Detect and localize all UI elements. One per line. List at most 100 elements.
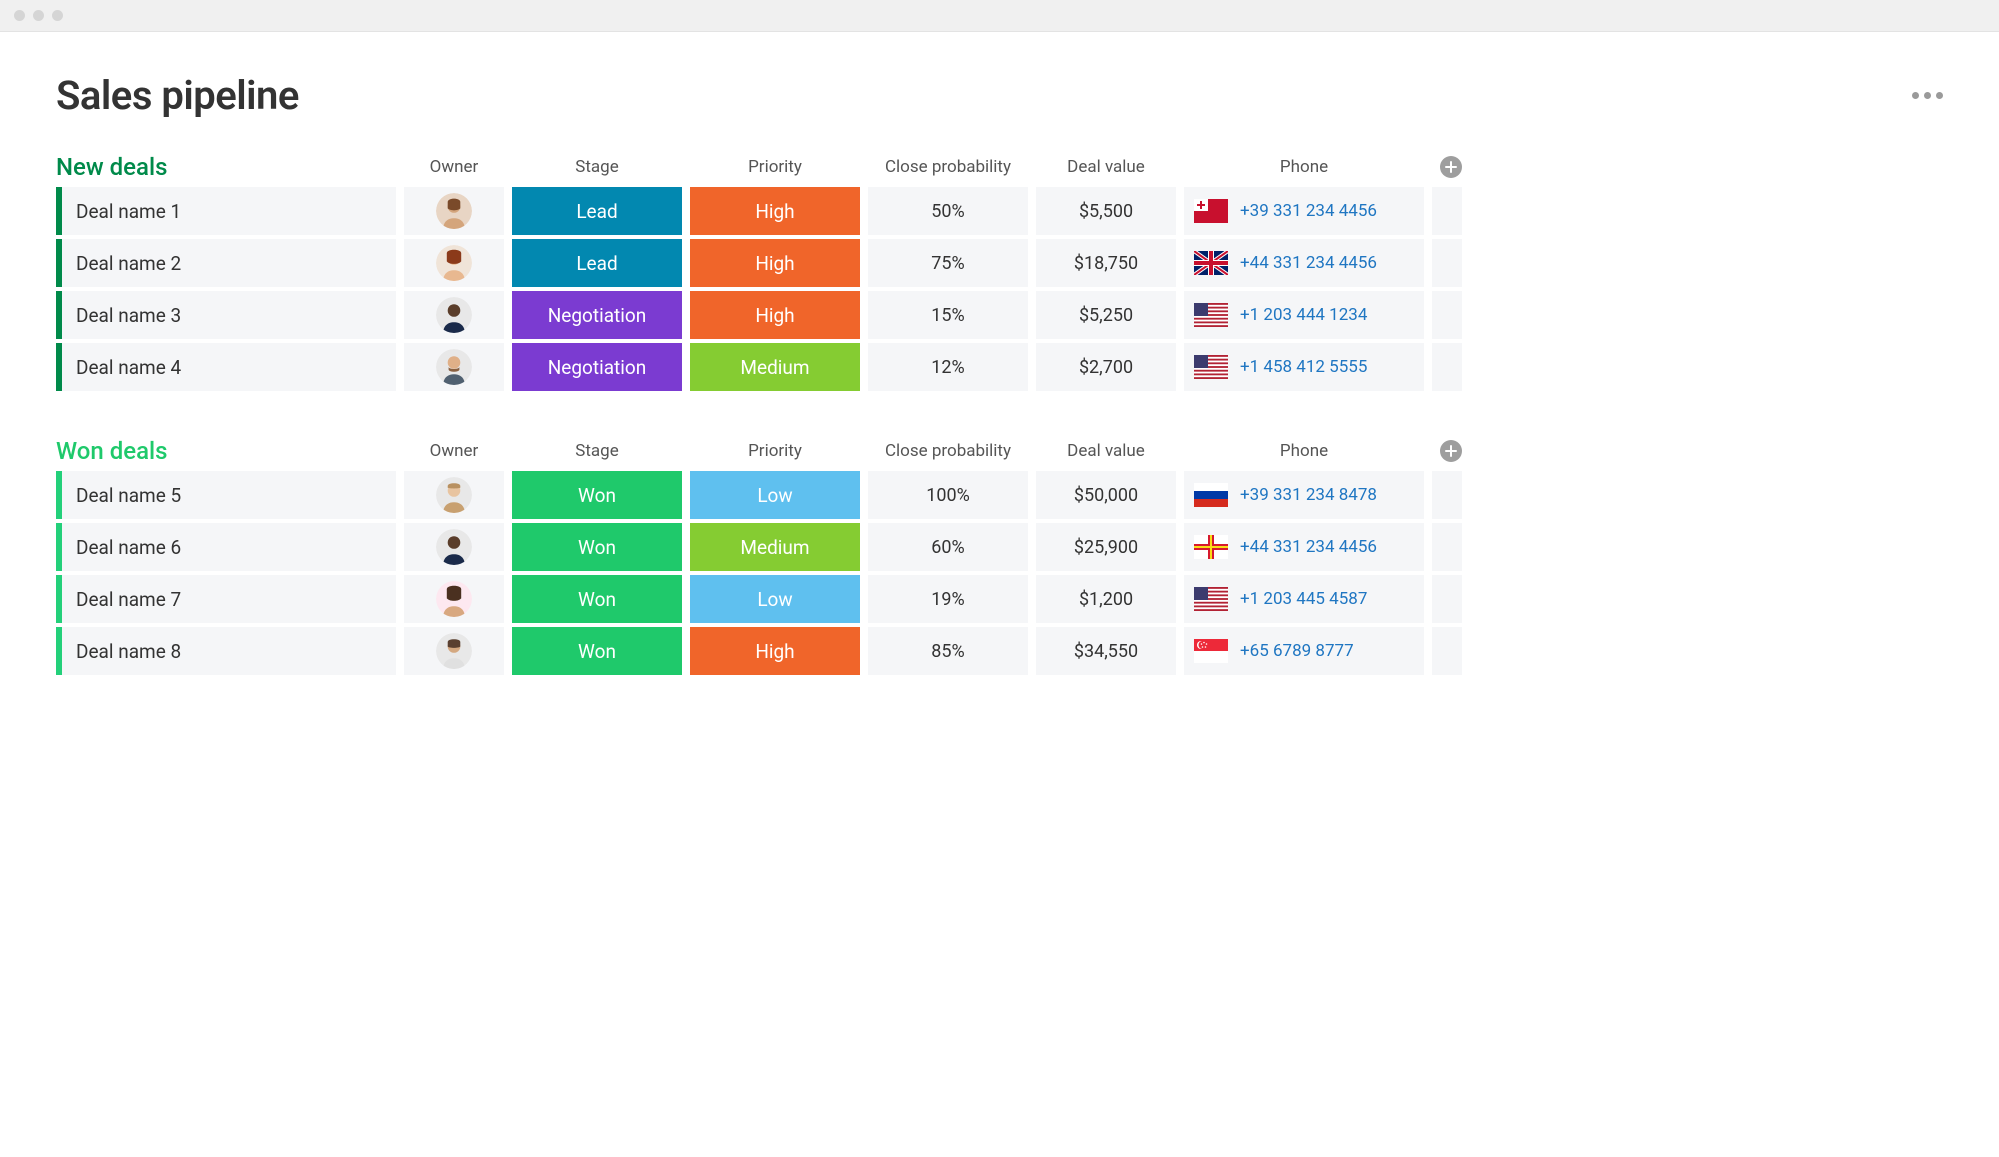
deal-name-cell[interactable]: Deal name 2 xyxy=(56,239,396,287)
phone-link[interactable]: +1 203 445 4587 xyxy=(1240,589,1367,609)
table-row[interactable]: Deal name 1 Lead High 50% $5,500 +39 331… xyxy=(56,187,1943,235)
owner-cell[interactable] xyxy=(404,471,504,519)
deal-name-cell[interactable]: Deal name 5 xyxy=(56,471,396,519)
country-flag-icon xyxy=(1194,587,1228,611)
window-minimize-dot[interactable] xyxy=(33,10,44,21)
phone-cell[interactable]: +44 331 234 4456 xyxy=(1184,239,1424,287)
close-probability-cell[interactable]: 60% xyxy=(868,523,1028,571)
deal-value: $1,200 xyxy=(1079,589,1133,610)
stage-pill[interactable]: Won xyxy=(512,627,682,675)
priority-label: Low xyxy=(757,588,792,611)
owner-cell[interactable] xyxy=(404,627,504,675)
priority-pill[interactable]: High xyxy=(690,291,860,339)
phone-cell[interactable]: +39 331 234 4456 xyxy=(1184,187,1424,235)
phone-link[interactable]: +1 458 412 5555 xyxy=(1240,357,1367,377)
priority-pill[interactable]: High xyxy=(690,239,860,287)
row-end-cell xyxy=(1432,575,1462,623)
stage-label: Won xyxy=(578,484,616,507)
owner-cell[interactable] xyxy=(404,291,504,339)
close-probability-value: 12% xyxy=(931,357,964,378)
deal-name-cell[interactable]: Deal name 3 xyxy=(56,291,396,339)
phone-link[interactable]: +39 331 234 8478 xyxy=(1240,485,1377,505)
deal-name-cell[interactable]: Deal name 6 xyxy=(56,523,396,571)
close-probability-value: 100% xyxy=(926,485,970,506)
priority-pill[interactable]: Low xyxy=(690,575,860,623)
close-probability-cell[interactable]: 12% xyxy=(868,343,1028,391)
deal-name: Deal name 3 xyxy=(76,304,181,327)
phone-link[interactable]: +39 331 234 4456 xyxy=(1240,201,1377,221)
owner-avatar xyxy=(436,477,472,513)
phone-cell[interactable]: +1 203 445 4587 xyxy=(1184,575,1424,623)
owner-cell[interactable] xyxy=(404,575,504,623)
priority-pill[interactable]: Medium xyxy=(690,523,860,571)
phone-link[interactable]: +65 6789 8777 xyxy=(1240,641,1354,661)
phone-cell[interactable]: +1 458 412 5555 xyxy=(1184,343,1424,391)
deal-value-cell[interactable]: $18,750 xyxy=(1036,239,1176,287)
deal-value-cell[interactable]: $25,900 xyxy=(1036,523,1176,571)
stage-pill[interactable]: Lead xyxy=(512,239,682,287)
phone-link[interactable]: +44 331 234 4456 xyxy=(1240,253,1377,273)
deal-name-cell[interactable]: Deal name 8 xyxy=(56,627,396,675)
deal-value: $5,500 xyxy=(1079,201,1133,222)
priority-pill[interactable]: Low xyxy=(690,471,860,519)
deal-value: $5,250 xyxy=(1079,305,1133,326)
owner-cell[interactable] xyxy=(404,343,504,391)
column-header-stage: Stage xyxy=(512,441,682,461)
close-probability-cell[interactable]: 75% xyxy=(868,239,1028,287)
deal-name-cell[interactable]: Deal name 7 xyxy=(56,575,396,623)
deal-value-cell[interactable]: $1,200 xyxy=(1036,575,1176,623)
stage-label: Lead xyxy=(576,252,617,275)
table-row[interactable]: Deal name 3 Negotiation High 15% $5,250 … xyxy=(56,291,1943,339)
close-probability-value: 60% xyxy=(931,537,964,558)
phone-cell[interactable]: +65 6789 8777 xyxy=(1184,627,1424,675)
owner-cell[interactable] xyxy=(404,523,504,571)
deal-name-cell[interactable]: Deal name 1 xyxy=(56,187,396,235)
country-flag-icon xyxy=(1194,639,1228,663)
deal-name-cell[interactable]: Deal name 4 xyxy=(56,343,396,391)
deal-name: Deal name 6 xyxy=(76,536,181,559)
add-column-button[interactable] xyxy=(1440,156,1462,178)
stage-pill[interactable]: Won xyxy=(512,471,682,519)
phone-cell[interactable]: +1 203 444 1234 xyxy=(1184,291,1424,339)
owner-avatar xyxy=(436,529,472,565)
deal-value-cell[interactable]: $2,700 xyxy=(1036,343,1176,391)
phone-cell[interactable]: +39 331 234 8478 xyxy=(1184,471,1424,519)
close-probability-value: 85% xyxy=(931,641,964,662)
priority-pill[interactable]: High xyxy=(690,627,860,675)
phone-link[interactable]: +1 203 444 1234 xyxy=(1240,305,1367,325)
column-header-stage: Stage xyxy=(512,157,682,177)
window-zoom-dot[interactable] xyxy=(52,10,63,21)
priority-pill[interactable]: High xyxy=(690,187,860,235)
deal-value-cell[interactable]: $50,000 xyxy=(1036,471,1176,519)
close-probability-cell[interactable]: 100% xyxy=(868,471,1028,519)
close-probability-cell[interactable]: 19% xyxy=(868,575,1028,623)
owner-cell[interactable] xyxy=(404,187,504,235)
table-row[interactable]: Deal name 4 Negotiation Medium 12% $2,70… xyxy=(56,343,1943,391)
table-row[interactable]: Deal name 6 Won Medium 60% $25,900 +44 3… xyxy=(56,523,1943,571)
phone-link[interactable]: +44 331 234 4456 xyxy=(1240,537,1377,557)
table-row[interactable]: Deal name 2 Lead High 75% $18,750 +44 33… xyxy=(56,239,1943,287)
window-titlebar xyxy=(0,0,1999,32)
close-probability-cell[interactable]: 85% xyxy=(868,627,1028,675)
stage-pill[interactable]: Negotiation xyxy=(512,291,682,339)
phone-cell[interactable]: +44 331 234 4456 xyxy=(1184,523,1424,571)
add-column-button[interactable] xyxy=(1440,440,1462,462)
table-row[interactable]: Deal name 8 Won High 85% $34,550 +65 678… xyxy=(56,627,1943,675)
priority-pill[interactable]: Medium xyxy=(690,343,860,391)
country-flag-icon xyxy=(1194,355,1228,379)
table-row[interactable]: Deal name 7 Won Low 19% $1,200 +1 203 44… xyxy=(56,575,1943,623)
table-row[interactable]: Deal name 5 Won Low 100% $50,000 +39 331… xyxy=(56,471,1943,519)
stage-pill[interactable]: Won xyxy=(512,523,682,571)
page-more-menu[interactable] xyxy=(1912,92,1943,99)
column-header-priority: Priority xyxy=(690,441,860,461)
deal-value-cell[interactable]: $5,250 xyxy=(1036,291,1176,339)
close-probability-cell[interactable]: 50% xyxy=(868,187,1028,235)
deal-value-cell[interactable]: $34,550 xyxy=(1036,627,1176,675)
owner-cell[interactable] xyxy=(404,239,504,287)
close-probability-cell[interactable]: 15% xyxy=(868,291,1028,339)
stage-pill[interactable]: Won xyxy=(512,575,682,623)
stage-pill[interactable]: Negotiation xyxy=(512,343,682,391)
stage-pill[interactable]: Lead xyxy=(512,187,682,235)
deal-value-cell[interactable]: $5,500 xyxy=(1036,187,1176,235)
window-close-dot[interactable] xyxy=(14,10,25,21)
